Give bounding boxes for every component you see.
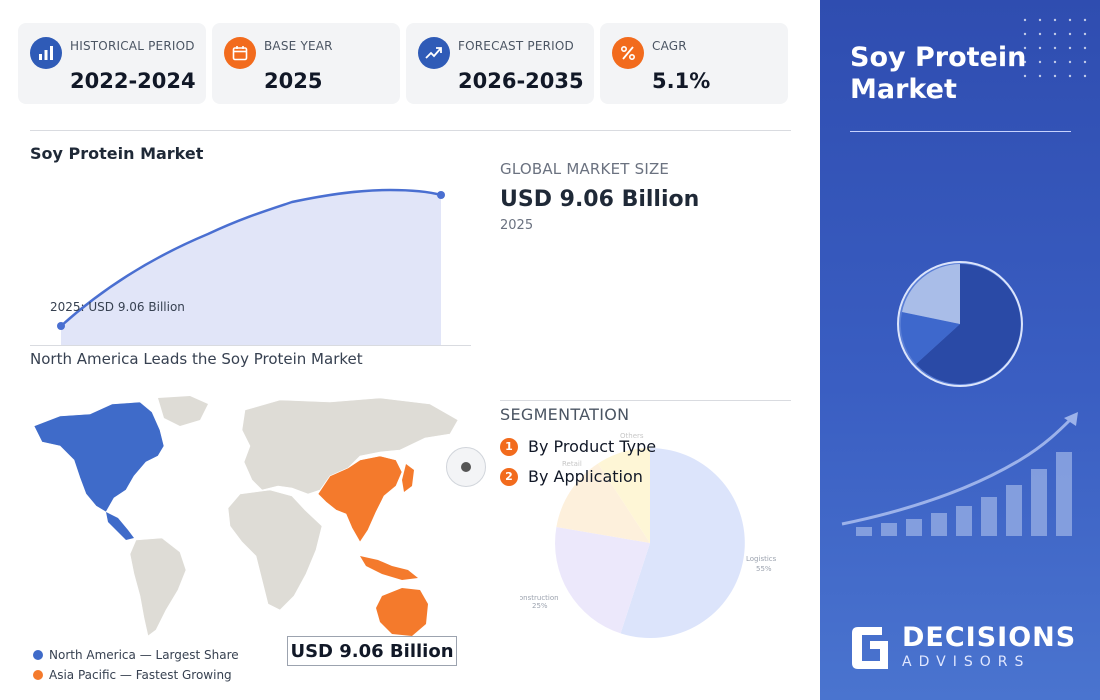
brand-name: DECISIONS [902, 622, 1077, 653]
segmentation-item-application[interactable]: 2 By Application [500, 467, 643, 486]
calendar-icon [224, 37, 256, 69]
brand-text: DECISIONS ADVISORS [902, 624, 1076, 672]
market-growth-chart [57, 188, 445, 346]
market-size-label: GLOBAL MARKET SIZE [500, 160, 670, 178]
decisions-logo-icon [852, 627, 888, 669]
legend-item-north-america: North America — Largest Share [33, 648, 239, 662]
kpi-label: BASE YEAR [264, 39, 333, 53]
legend-item-asia-pacific: Asia Pacific — Fastest Growing [33, 668, 232, 682]
chart-end-point [437, 191, 445, 199]
divider [30, 345, 471, 346]
growth-bars-decoration [856, 452, 1072, 536]
kpi-label: FORECAST PERIOD [458, 39, 574, 53]
market-size-value: USD 9.06 Billion [500, 187, 700, 212]
divider [30, 130, 791, 131]
north-america-shape [33, 401, 165, 513]
panel-divider [850, 131, 1071, 132]
segmentation-pie: Logistics 55% Construction 25% Retail Ot… [520, 432, 777, 638]
decorative-pie-icon [897, 261, 1023, 387]
kpi-label: CAGR [652, 39, 687, 53]
legend-label: North America — Largest Share [49, 648, 239, 662]
pie-label-logistics: Logistics [746, 555, 777, 563]
segmentation-title: SEGMENTATION [500, 405, 630, 424]
legend-label: Asia Pacific — Fastest Growing [49, 668, 232, 682]
kpi-value: 2025 [264, 69, 323, 93]
divider [500, 400, 791, 401]
bar-chart-icon [30, 37, 62, 69]
legend-swatch [33, 670, 43, 680]
segment-label: By Application [528, 467, 643, 486]
segment-number-badge: 1 [500, 437, 518, 456]
kpi-value: 2022-2024 [70, 69, 196, 93]
kpi-value: 2026-2035 [458, 69, 584, 93]
kpi-value: 5.1% [652, 69, 711, 93]
kpi-cagr: CAGR 5.1% [600, 23, 788, 104]
brand-panel: Soy Protein Market DECISIONS ADVISORS [820, 0, 1100, 700]
kpi-forecast-period: FORECAST PERIOD 2026-2035 [406, 23, 594, 104]
segment-label: By Product Type [528, 437, 657, 456]
kpi-base-year: BASE YEAR 2025 [212, 23, 400, 104]
map-value-box: USD 9.06 Billion [287, 636, 457, 666]
greenland-shape [158, 396, 208, 426]
market-size-year: 2025 [500, 218, 534, 233]
indonesia-shape [360, 556, 418, 580]
map-marker-dot [461, 462, 471, 472]
segment-number-badge: 2 [500, 467, 518, 486]
japan-shape [402, 464, 414, 492]
legend-swatch [33, 650, 43, 660]
world-map [33, 396, 459, 637]
map-marker[interactable] [446, 447, 486, 487]
trend-up-icon [418, 37, 450, 69]
kpi-historical-period: HISTORICAL PERIOD 2022-2024 [18, 23, 206, 104]
chart-annotation: 2025: USD 9.06 Billion [50, 300, 185, 314]
africa-shape [227, 489, 323, 611]
segmentation-item-product-type[interactable]: 1 By Product Type [500, 437, 656, 456]
chart-title: Soy Protein Market [30, 144, 204, 163]
pie-label-construction: Construction [520, 594, 559, 602]
kpi-label: HISTORICAL PERIOD [70, 39, 195, 53]
chart-start-point [57, 322, 65, 330]
australia-shape [376, 588, 428, 636]
brand-logo[interactable]: DECISIONS ADVISORS [850, 624, 1076, 672]
map-title: North America Leads the Soy Protein Mark… [30, 350, 363, 368]
south-america-shape [129, 537, 187, 637]
central-america-shape [106, 512, 134, 540]
kpi-row: HISTORICAL PERIOD 2022-2024 BASE YEAR 20… [18, 23, 788, 104]
brand-subtitle: ADVISORS [902, 654, 1031, 670]
panel-title: Soy Protein Market [850, 42, 1027, 105]
chart-area [61, 190, 441, 346]
percent-icon [612, 37, 644, 69]
pie-value-construction: 25% [532, 602, 548, 610]
pie-value-logistics: 55% [756, 565, 772, 573]
